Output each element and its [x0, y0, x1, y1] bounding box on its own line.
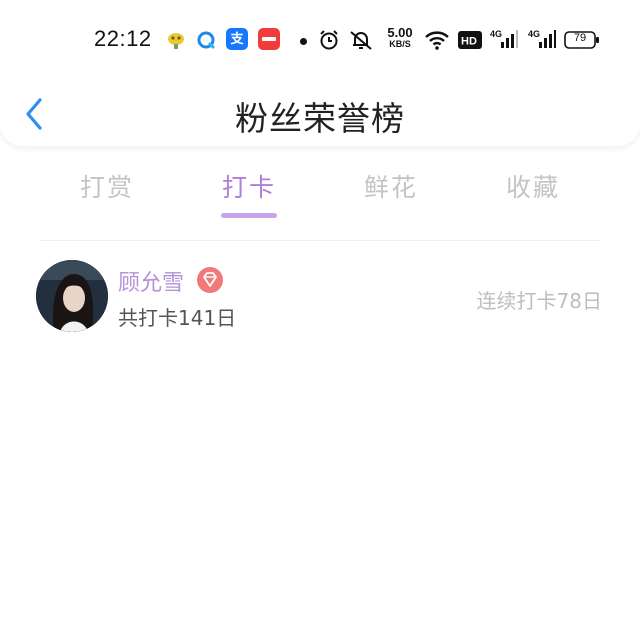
- list-item[interactable]: 顾允雪 共打卡141日 连续打卡78日: [0, 250, 640, 340]
- tab-reward[interactable]: 打赏: [62, 168, 152, 204]
- status-bar: 22:12 支 5.00 KB/S HD 4G 4G 79: [0, 0, 640, 80]
- cellular-signal-icon-1: 4G: [490, 29, 518, 48]
- browser-notification-icon: [197, 31, 216, 50]
- network-speed-unit: KB/S: [389, 39, 411, 49]
- avatar[interactable]: [36, 260, 108, 332]
- tab-flowers[interactable]: 鲜花: [346, 168, 436, 204]
- battery-level: 79: [573, 32, 587, 44]
- mute-bell-icon: [350, 31, 372, 50]
- status-time: 22:12: [94, 26, 152, 51]
- tab-checkin[interactable]: 打卡: [204, 168, 294, 204]
- total-checkins: 共打卡141日: [118, 306, 237, 330]
- alipay-notification-icon: 支: [226, 28, 248, 50]
- network-speed-value: 5.00: [387, 25, 413, 40]
- hd-icon: HD: [458, 31, 482, 49]
- tab-favorites[interactable]: 收藏: [488, 168, 578, 204]
- divider: [40, 240, 600, 241]
- svg-text:HD: HD: [461, 36, 477, 48]
- wifi-icon: [425, 31, 449, 50]
- page-title: 粉丝荣誉榜: [235, 99, 405, 138]
- svg-text:支: 支: [229, 31, 244, 47]
- diamond-badge-icon: [197, 267, 223, 293]
- streak-checkins: 连续打卡78日: [476, 289, 602, 313]
- red-app-notification-icon: [258, 28, 280, 50]
- notification-dot: [300, 38, 307, 45]
- user-name: 顾允雪: [118, 271, 185, 296]
- cellular-signal-icon-2: 4G: [528, 29, 556, 48]
- network-speed: 5.00 KB/S: [384, 26, 416, 49]
- app-notification-icon: [168, 33, 184, 49]
- avatar-image: [36, 260, 108, 332]
- header-bar: 粉丝荣誉榜: [0, 80, 640, 146]
- active-tab-indicator: [221, 213, 277, 218]
- tab-bar: 打赏 打卡 鲜花 收藏: [0, 160, 640, 220]
- alarm-icon: [320, 30, 338, 50]
- svg-text:4G: 4G: [490, 29, 502, 39]
- svg-text:4G: 4G: [528, 29, 540, 39]
